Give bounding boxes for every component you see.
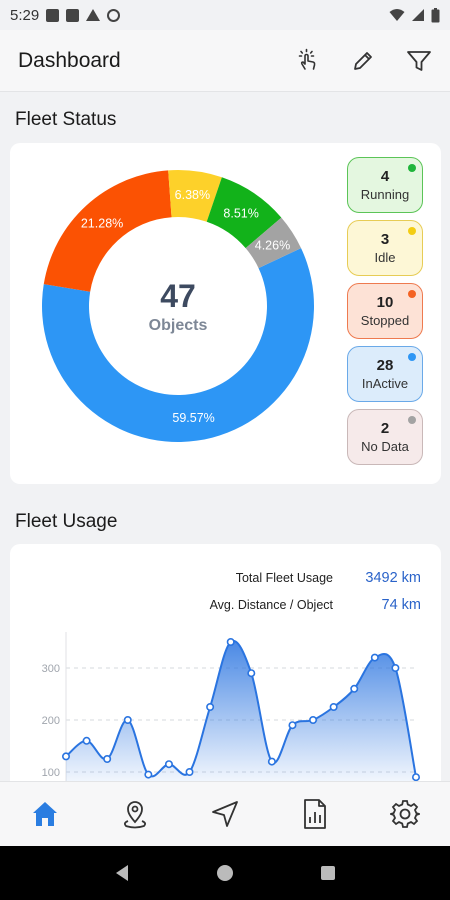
usage-data-point[interactable]	[123, 716, 132, 725]
drive-icon	[86, 9, 101, 21]
app-bar: Dashboard	[0, 30, 450, 92]
status-chip-label: Stopped	[360, 313, 410, 328]
filter-button[interactable]	[406, 48, 432, 74]
status-chip-label: Running	[360, 187, 410, 202]
usage-data-point[interactable]	[391, 664, 400, 673]
usage-data-point[interactable]	[82, 736, 91, 745]
status-chip-count: 10	[376, 294, 394, 311]
donut-label-no-data: 4.26%	[255, 238, 290, 252]
nav-navigate[interactable]	[208, 797, 242, 831]
navigate-icon	[212, 801, 238, 827]
nav-location[interactable]	[118, 797, 152, 831]
sync-icon	[107, 8, 121, 22]
usage-data-point[interactable]	[370, 653, 379, 662]
bottom-nav	[0, 781, 450, 846]
donut-label-running: 8.51%	[223, 206, 258, 220]
status-chip-idle[interactable]: 3 Idle	[347, 220, 423, 276]
usage-data-point[interactable]	[226, 638, 235, 647]
status-chip-count: 28	[376, 357, 394, 374]
donut-total: 47	[160, 278, 196, 314]
donut-total-label: Objects	[148, 317, 208, 334]
reports-icon	[304, 799, 326, 829]
notification-icon	[46, 8, 60, 22]
usage-data-point[interactable]	[247, 669, 256, 678]
usage-data-point[interactable]	[61, 752, 70, 761]
fleet-status-heading: Fleet Status	[15, 109, 117, 130]
fleet-usage-heading: Fleet Usage	[15, 511, 118, 532]
settings-icon	[390, 800, 420, 828]
signal-icon	[412, 9, 424, 21]
status-time: 5:29	[10, 6, 40, 24]
status-dot	[408, 353, 416, 361]
nav-reports[interactable]	[298, 797, 332, 831]
donut-label-idle: 6.38%	[175, 188, 210, 202]
nav-home[interactable]	[28, 797, 62, 831]
donut-label-inactive: 59.57%	[172, 411, 214, 425]
battery-icon	[431, 7, 440, 22]
fleet-usage-area-chart[interactable]: 300 200 100	[10, 544, 441, 784]
fleet-status-card: 59.57% 21.28% 6.38% 8.51% 4.26% 47 Objects 4…	[10, 143, 441, 484]
status-chip-count: 2	[380, 420, 390, 437]
status-bar: 5:29	[0, 0, 450, 30]
fleet-usage-card: Total Fleet Usage 3492 km Avg. Distance …	[10, 544, 441, 784]
nav-settings[interactable]	[388, 797, 422, 831]
usage-y-tick: 200	[42, 715, 60, 727]
usage-data-point[interactable]	[329, 703, 338, 712]
home-nav-icon[interactable]	[216, 864, 234, 882]
usage-y-tick: 100	[42, 767, 60, 779]
status-chip-no-data[interactable]: 2 No Data	[347, 409, 423, 465]
usage-data-point[interactable]	[144, 770, 153, 779]
back-icon[interactable]	[113, 864, 131, 882]
usage-data-point[interactable]	[267, 757, 276, 766]
edit-button[interactable]	[350, 48, 376, 74]
donut-slice-stopped[interactable]	[43, 170, 172, 292]
home-icon	[33, 802, 57, 826]
system-nav-bar	[0, 846, 450, 900]
tap-gesture-button[interactable]	[294, 48, 320, 74]
status-chip-running[interactable]: 4 Running	[347, 157, 423, 213]
usage-data-point[interactable]	[350, 684, 359, 693]
usage-data-point[interactable]	[185, 768, 194, 777]
status-chip-label: No Data	[361, 439, 409, 454]
usage-data-point[interactable]	[288, 721, 297, 730]
usage-data-point[interactable]	[206, 703, 215, 712]
status-chip-inactive[interactable]: 28 InActive	[347, 346, 423, 402]
usage-data-point[interactable]	[411, 773, 420, 782]
page-title: Dashboard	[18, 48, 121, 72]
status-chip-label: InActive	[361, 376, 409, 391]
wifi-icon	[389, 9, 405, 21]
usage-area-fill	[66, 640, 416, 784]
status-dot	[408, 164, 416, 172]
status-dot	[408, 227, 416, 235]
map-pin-icon	[123, 801, 147, 829]
status-chip-count: 4	[380, 168, 390, 185]
status-chip-label: Idle	[374, 250, 396, 265]
recents-icon[interactable]	[319, 864, 337, 882]
filter-icon	[407, 50, 431, 71]
status-dot	[408, 290, 416, 298]
status-dot	[408, 416, 416, 424]
pencil-icon	[354, 51, 372, 70]
status-chip-count: 3	[380, 231, 390, 248]
tap-icon	[298, 48, 316, 70]
status-chip-stopped[interactable]: 10 Stopped	[347, 283, 423, 339]
usage-data-point[interactable]	[309, 716, 318, 725]
usage-y-tick: 300	[42, 663, 60, 675]
gmail-icon	[66, 8, 80, 22]
usage-data-point[interactable]	[103, 755, 112, 764]
donut-label-stopped: 21.28%	[81, 216, 123, 230]
usage-data-point[interactable]	[164, 760, 173, 769]
